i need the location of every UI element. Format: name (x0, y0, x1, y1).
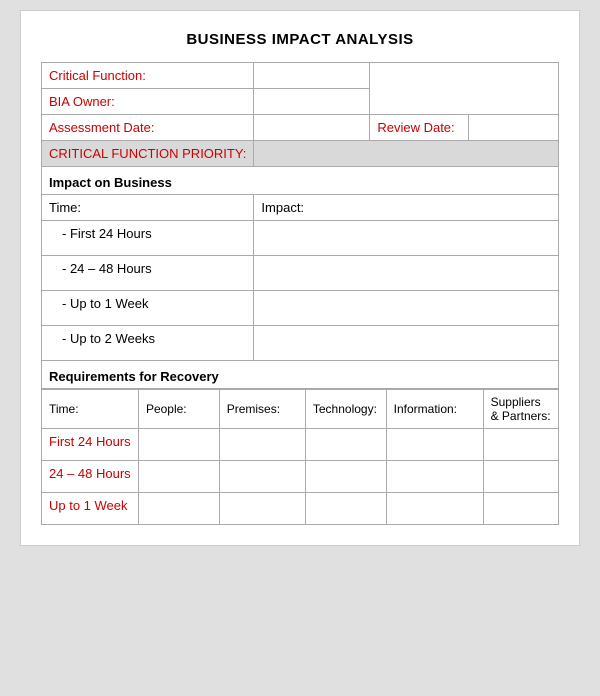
recovery-row-0-people[interactable] (138, 429, 219, 461)
recovery-row-2-people[interactable] (138, 493, 219, 525)
critical-function-row: Critical Function: (42, 63, 559, 89)
recovery-information-header: Information: (386, 390, 483, 429)
recovery-suppliers-header: Suppliers & Partners: (483, 390, 558, 429)
impact-row-0: - First 24 Hours (42, 221, 559, 256)
priority-row: CRITICAL FUNCTION PRIORITY: (42, 141, 559, 167)
bia-owner-row: BIA Owner: (42, 89, 559, 115)
impact-col-header: Impact: (254, 195, 559, 221)
impact-col-headers: Time: Impact: (42, 195, 559, 221)
impact-time-3: - Up to 2 Weeks (42, 326, 254, 361)
bia-owner-value[interactable] (254, 89, 370, 115)
time-col-header: Time: (42, 195, 254, 221)
impact-value-0[interactable] (254, 221, 559, 256)
review-date-value[interactable] (469, 115, 559, 141)
impact-row-3: - Up to 2 Weeks (42, 326, 559, 361)
bia-owner-label: BIA Owner: (42, 89, 254, 115)
page: BUSINESS IMPACT ANALYSIS Critical Functi… (20, 10, 580, 546)
impact-time-0: - First 24 Hours (42, 221, 254, 256)
recovery-row-0-time: First 24 Hours (42, 429, 139, 461)
recovery-technology-header: Technolo­gy: (305, 390, 386, 429)
recovery-row-1-time: 24 – 48 Hours (42, 461, 139, 493)
recovery-row-0-technology[interactable] (305, 429, 386, 461)
recovery-row-2: Up to 1 Week (42, 493, 559, 525)
recovery-row-1-technology[interactable] (305, 461, 386, 493)
page-title: BUSINESS IMPACT ANALYSIS (41, 31, 559, 48)
impact-row-1: - 24 – 48 Hours (42, 256, 559, 291)
assessment-date-value[interactable] (254, 115, 370, 141)
critical-function-label: Critical Function: (42, 63, 254, 89)
recovery-col-headers: Time: People: Premises: Technolo­gy: Inf… (42, 390, 559, 429)
review-date-label: Review Date: (370, 115, 469, 141)
recovery-row-0-suppliers[interactable] (483, 429, 558, 461)
recovery-row-2-time: Up to 1 Week (42, 493, 139, 525)
recovery-row-2-technology[interactable] (305, 493, 386, 525)
impact-row-2: - Up to 1 Week (42, 291, 559, 326)
impact-heading: Impact on Business (42, 167, 559, 195)
critical-function-value[interactable] (254, 63, 370, 89)
recovery-time-header: Time: (42, 390, 139, 429)
impact-value-3[interactable] (254, 326, 559, 361)
recovery-premises-header: Premises: (219, 390, 305, 429)
recovery-row-0: First 24 Hours (42, 429, 559, 461)
impact-value-1[interactable] (254, 256, 559, 291)
recovery-row-1: 24 – 48 Hours (42, 461, 559, 493)
impact-value-2[interactable] (254, 291, 559, 326)
recovery-row-2-information[interactable] (386, 493, 483, 525)
recovery-row-1-information[interactable] (386, 461, 483, 493)
impact-time-2: - Up to 1 Week (42, 291, 254, 326)
assessment-date-label: Assessment Date: (42, 115, 254, 141)
recovery-row-1-suppliers[interactable] (483, 461, 558, 493)
dates-row: Assessment Date: Review Date: (42, 115, 559, 141)
recovery-row-2-premises[interactable] (219, 493, 305, 525)
recovery-row-0-premises[interactable] (219, 429, 305, 461)
recovery-row-1-people[interactable] (138, 461, 219, 493)
priority-value[interactable] (254, 141, 559, 167)
priority-label: CRITICAL FUNCTION PRIORITY: (42, 141, 254, 167)
recovery-heading-row: Requirements for Recovery (42, 361, 559, 389)
recovery-row-2-suppliers[interactable] (483, 493, 558, 525)
recovery-heading: Requirements for Recovery (42, 361, 559, 389)
recovery-row-1-premises[interactable] (219, 461, 305, 493)
recovery-row-0-information[interactable] (386, 429, 483, 461)
recovery-people-header: People: (138, 390, 219, 429)
impact-heading-row: Impact on Business (42, 167, 559, 195)
impact-time-1: - 24 – 48 Hours (42, 256, 254, 291)
